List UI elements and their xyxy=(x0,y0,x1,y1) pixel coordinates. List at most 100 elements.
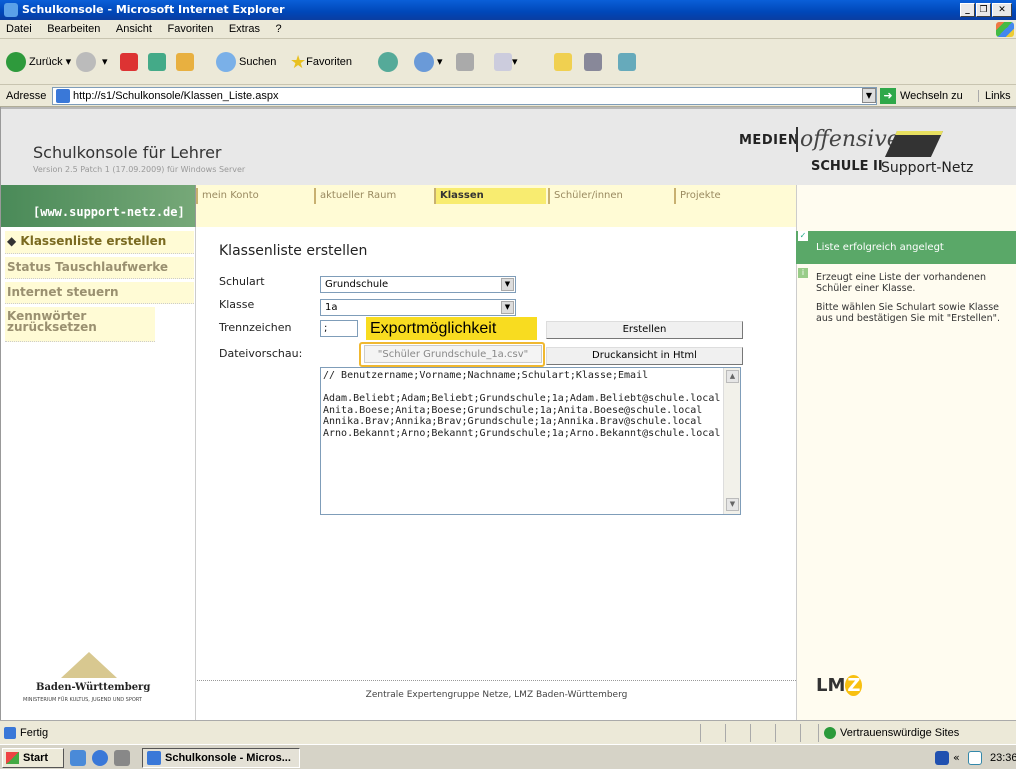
menu-help[interactable]: ? xyxy=(270,20,288,38)
tray-app-icon[interactable] xyxy=(968,751,982,765)
taskbar-ie-window[interactable]: Schulkonsole - Micros... xyxy=(142,748,300,768)
menu-bearbeiten[interactable]: Bearbeiten xyxy=(41,20,106,38)
search-icon xyxy=(216,52,236,73)
trennzeichen-label: Trennzeichen xyxy=(219,321,292,334)
word-icon xyxy=(494,53,512,72)
druckansicht-button[interactable]: Druckansicht in Html xyxy=(546,347,743,365)
tab-projekte[interactable]: Projekte xyxy=(674,188,794,204)
chevron-down-icon: ▼ xyxy=(501,278,514,291)
home-button[interactable] xyxy=(176,51,194,73)
go-button[interactable]: Wechseln zu xyxy=(900,90,963,102)
status-separator xyxy=(700,724,701,742)
research-button[interactable] xyxy=(584,51,602,73)
klasse-label: Klasse xyxy=(219,298,255,311)
info-text: Erzeugt eine Liste der vorhandenen Schül… xyxy=(816,272,1006,324)
menu-ansicht[interactable]: Ansicht xyxy=(110,20,158,38)
klasse-select[interactable]: 1a ▼ xyxy=(320,299,516,316)
scroll-down-icon[interactable]: ▼ xyxy=(726,498,739,511)
media-quicklaunch-icon[interactable] xyxy=(114,750,130,766)
footer-divider xyxy=(197,680,796,681)
export-callout: Exportmöglichkeit xyxy=(366,317,537,340)
menu-datei[interactable]: Datei xyxy=(0,20,38,38)
footer-text: Zentrale Expertengruppe Netze, LMZ Baden… xyxy=(365,690,628,700)
info-paragraph-1: Erzeugt eine Liste der vorhandenen Schül… xyxy=(816,272,986,294)
refresh-button[interactable] xyxy=(148,51,166,73)
folder-icon xyxy=(554,53,572,72)
status-separator xyxy=(750,724,751,742)
start-button[interactable]: Start xyxy=(2,748,64,768)
status-text: Fertig xyxy=(20,727,49,739)
erstellen-button[interactable]: Erstellen xyxy=(546,321,743,339)
page-icon xyxy=(56,89,70,103)
support-link[interactable]: [www.support-netz.de] xyxy=(33,205,185,219)
print-button[interactable] xyxy=(456,51,474,73)
version-text: Version 2.5 Patch 1 (17.09.2009) für Win… xyxy=(33,165,246,174)
check-icon: ✓ xyxy=(798,231,808,241)
print-icon xyxy=(456,53,474,72)
sidebar-item-klassenliste[interactable]: ◆ Klassenliste erstellen xyxy=(5,231,194,254)
back-button[interactable]: Zurück ▾ xyxy=(6,51,71,73)
favorites-button[interactable]: ★Favoriten xyxy=(290,51,352,73)
sidebar: ◆ Klassenliste erstellen Status Tauschla… xyxy=(1,227,196,720)
preview-textarea[interactable]: // Benutzername;Vorname;Nachname;Schular… xyxy=(320,367,741,515)
trennzeichen-input[interactable]: ; xyxy=(320,320,358,337)
history-icon xyxy=(378,52,398,73)
active-marker-icon: ◆ xyxy=(7,234,17,248)
tab-klassen[interactable]: Klassen xyxy=(434,188,546,204)
menu-extras[interactable]: Extras xyxy=(223,20,266,38)
tab-aktueller-raum[interactable]: aktueller Raum xyxy=(314,188,432,204)
windows-logo-icon xyxy=(996,22,1014,37)
page-header: Schulkonsole für Lehrer Version 2.5 Patc… xyxy=(1,107,1016,185)
brand-offensive: offensive xyxy=(796,127,900,152)
ie-icon xyxy=(4,3,18,17)
forward-button[interactable]: ▾ xyxy=(76,51,108,73)
window-title: Schulkonsole - Microsoft Internet Explor… xyxy=(22,3,285,16)
folder-button[interactable] xyxy=(554,51,572,73)
textarea-scrollbar[interactable]: ▲ ▼ xyxy=(723,368,740,514)
refresh-icon xyxy=(148,53,166,72)
address-input[interactable]: http://s1/Schulkonsole/Klassen_Liste.asp… xyxy=(52,87,877,105)
main-content: Klassenliste erstellen Schulart Grundsch… xyxy=(197,227,796,720)
schulart-label: Schulart xyxy=(219,275,265,288)
scroll-up-icon[interactable]: ▲ xyxy=(726,370,739,383)
history-button[interactable] xyxy=(378,51,401,73)
brand-support: Support-Netz xyxy=(881,160,974,176)
sidebar-item-kennwoerter[interactable]: Kennwörter zurücksetzen xyxy=(5,307,155,342)
stop-icon xyxy=(120,53,138,72)
schulart-select[interactable]: Grundschule ▼ xyxy=(320,276,516,293)
tab-mein-konto[interactable]: mein Konto xyxy=(196,188,312,204)
close-button[interactable]: ✕ xyxy=(992,3,1012,17)
stop-button[interactable] xyxy=(120,51,138,73)
nav-bar: mein Konto aktueller Raum Klassen Schüle… xyxy=(196,185,796,227)
bw-name: Baden-Württemberg xyxy=(36,682,151,693)
ie-quicklaunch-icon[interactable] xyxy=(92,750,108,766)
status-separator xyxy=(775,724,776,742)
sidebar-item-internet[interactable]: Internet steuern xyxy=(5,282,194,304)
maximize-button[interactable]: ❐ xyxy=(976,3,991,17)
edit-button[interactable]: ▾ xyxy=(494,51,518,73)
window-title-bar[interactable]: Schulkonsole - Microsoft Internet Explor… xyxy=(0,0,1016,20)
tray-expand-icon[interactable]: « xyxy=(953,751,960,764)
desktop-quicklaunch-icon[interactable] xyxy=(70,750,86,766)
messenger-icon xyxy=(618,53,636,72)
security-zone[interactable]: Vertrauenswürdige Sites xyxy=(840,727,959,739)
links-button[interactable]: Links xyxy=(978,90,1011,102)
search-button[interactable]: Suchen xyxy=(216,51,276,73)
mail-button[interactable]: ▾ xyxy=(414,51,443,73)
language-indicator-icon[interactable] xyxy=(935,751,949,765)
address-bar: Adresse http://s1/Schulkonsole/Klassen_L… xyxy=(0,85,1016,107)
minimize-button[interactable]: _ xyxy=(960,3,975,17)
status-separator xyxy=(800,724,801,742)
bw-ministry: MINISTERIUM FÜR KULTUS, JUGEND UND SPORT xyxy=(23,697,142,703)
go-arrow-icon[interactable]: ➜ xyxy=(880,88,896,104)
menu-bar: Datei Bearbeiten Ansicht Favoriten Extra… xyxy=(0,20,1016,39)
messenger-button[interactable] xyxy=(618,51,636,73)
sidebar-item-tauschlaufwerke[interactable]: Status Tauschlaufwerke xyxy=(5,257,194,279)
menu-favoriten[interactable]: Favoriten xyxy=(161,20,219,38)
tab-schueler[interactable]: Schüler/innen xyxy=(548,188,672,204)
research-icon xyxy=(584,53,602,72)
app-title: Schulkonsole für Lehrer xyxy=(33,143,222,162)
highlight-box xyxy=(359,342,545,367)
status-separator xyxy=(818,724,819,742)
address-dropdown-icon[interactable]: ▼ xyxy=(862,88,876,103)
